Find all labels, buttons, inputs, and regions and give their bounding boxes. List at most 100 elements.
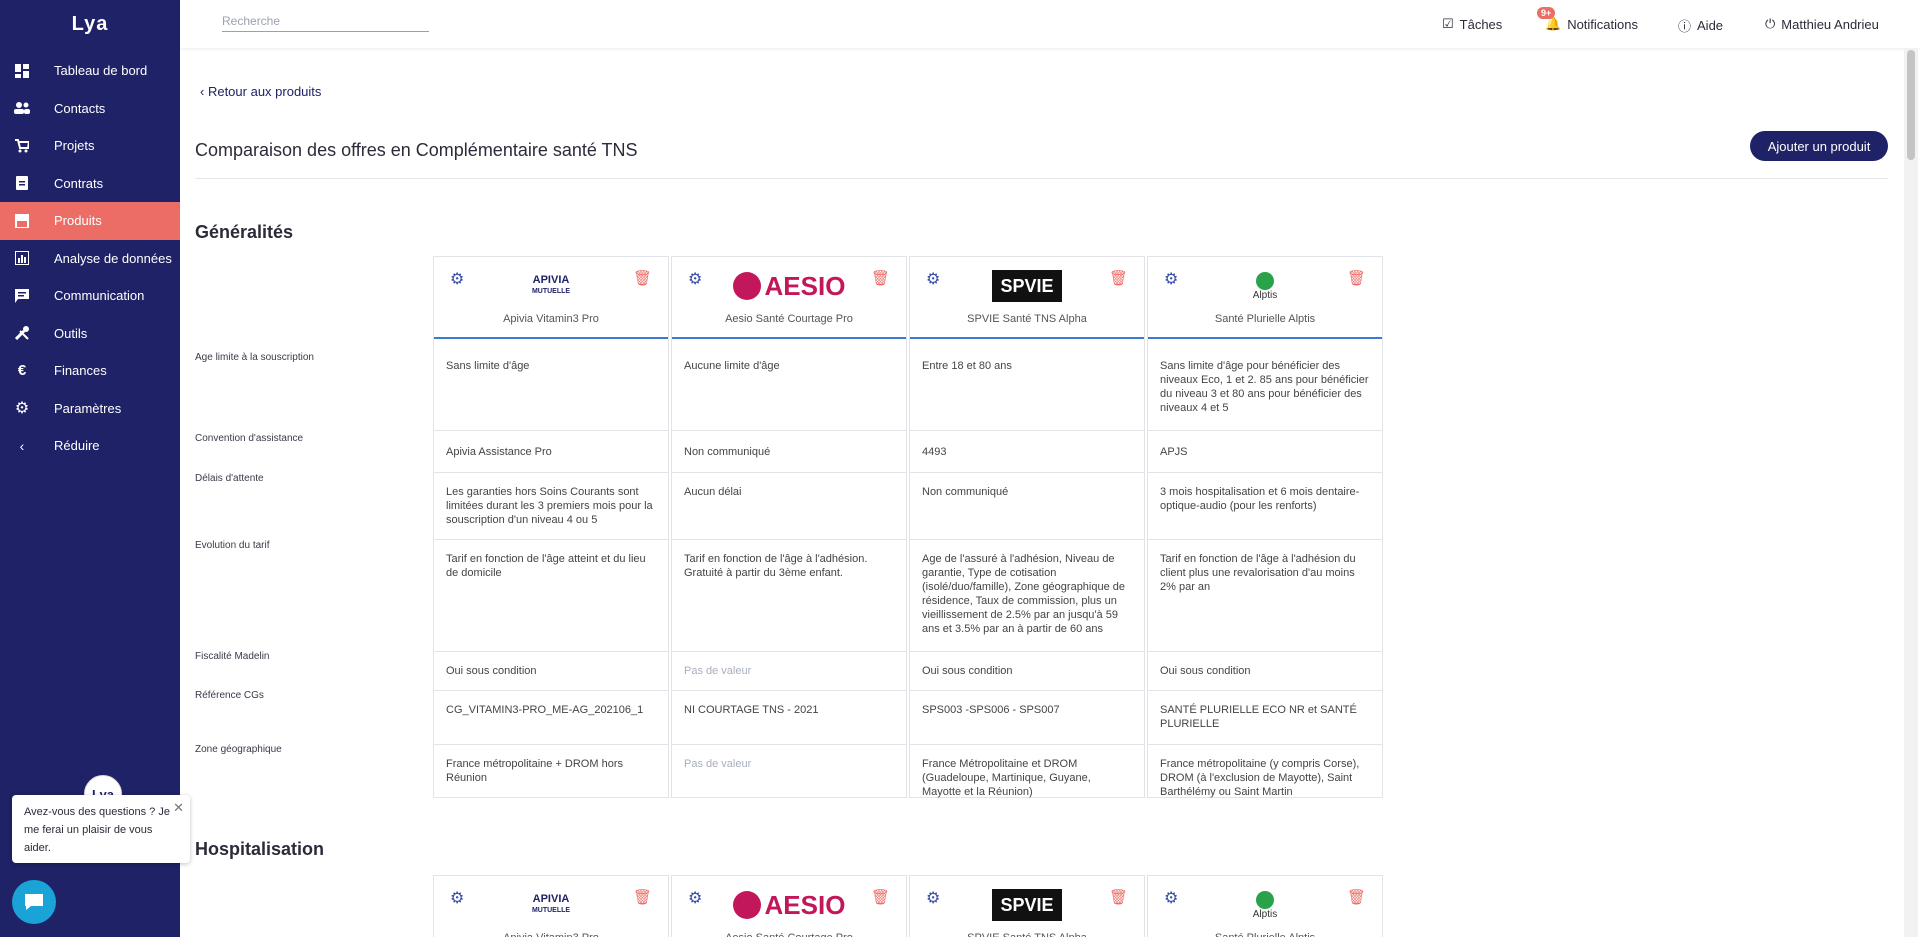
product-name: SPVIE Santé TNS Alpha bbox=[967, 313, 1087, 325]
logo-text: APIVIA bbox=[532, 893, 570, 905]
table-cell: Sans limite d'âge pour bénéficier des ni… bbox=[1148, 351, 1382, 431]
product-name: Santé Plurielle Alptis bbox=[1214, 313, 1316, 325]
sidebar-item-communication[interactable]: Communication bbox=[0, 277, 180, 315]
table-cell: Les garanties hors Soins Courants sont l… bbox=[434, 473, 668, 540]
help-icon: ⓘ bbox=[1678, 19, 1692, 34]
message-icon bbox=[12, 288, 32, 303]
cart-icon bbox=[12, 138, 32, 153]
scrollbar-thumb[interactable] bbox=[1907, 50, 1915, 160]
table-cell: 3 mois hospitalisation et 6 mois dentair… bbox=[1148, 473, 1382, 540]
sidebar-item-produits[interactable]: Produits bbox=[0, 202, 180, 240]
product-name: Aesio Santé Courtage Pro bbox=[672, 932, 906, 937]
product-logo: AESIO bbox=[672, 269, 906, 303]
logo-text: AESIO bbox=[764, 889, 846, 920]
product-name: SPVIE Santé TNS Alpha bbox=[910, 932, 1144, 937]
help-label: Aide bbox=[1697, 18, 1724, 33]
product-logo: APIVIA MUTUELLE bbox=[434, 888, 668, 922]
table-cell: Non communiqué bbox=[672, 433, 906, 473]
table-cell: Tarif en fonction de l'âge à l'adhésion … bbox=[1148, 540, 1382, 652]
scrollbar[interactable] bbox=[1904, 48, 1918, 937]
product-column: ⚙ 🗑 AESIO Aesio Santé Courtage Pro bbox=[671, 875, 907, 937]
product-header: ⚙ 🗑 Alptis Santé Plurielle Alptis bbox=[1148, 876, 1382, 937]
table-cell: Tarif en fonction de l'âge atteint et du… bbox=[434, 540, 668, 652]
sidebar-item-reduire[interactable]: ‹ Réduire bbox=[0, 427, 180, 465]
divider bbox=[195, 178, 1888, 179]
table-cell: NI COURTAGE TNS - 2021 bbox=[672, 691, 906, 745]
tasks-button[interactable]: ☑ Tâches bbox=[1442, 16, 1502, 32]
logo-text: SPVIE bbox=[992, 889, 1062, 921]
document-icon bbox=[12, 176, 32, 191]
sidebar-item-parametres[interactable]: ⚙ Paramètres bbox=[0, 390, 180, 428]
chart-icon bbox=[12, 251, 32, 266]
table-cell: Entre 18 et 80 ans bbox=[910, 351, 1144, 431]
table-cell: 4493 bbox=[910, 433, 1144, 473]
logo-text: AESIO bbox=[764, 270, 846, 301]
sidebar-item-finances[interactable]: € Finances bbox=[0, 352, 180, 390]
power-icon: ⏻ bbox=[1765, 16, 1776, 31]
notifications-button[interactable]: 🔔 9+ Notifications bbox=[1537, 7, 1638, 32]
table-cell: Pas de valeur bbox=[684, 758, 752, 770]
sidebar-item-label: Analyse de données bbox=[54, 250, 172, 266]
product-header: ⚙ 🗑 SPVIE SPVIE Santé TNS Alpha bbox=[910, 876, 1144, 937]
table-cell: Oui sous condition bbox=[1148, 652, 1382, 691]
sidebar-item-label: Contrats bbox=[54, 175, 104, 191]
sidebar-item-label: Paramètres bbox=[54, 400, 122, 416]
sidebar-item-label: Réduire bbox=[54, 438, 100, 454]
sidebar-item-label: Tableau de bord bbox=[54, 63, 148, 79]
search-input[interactable]: Recherche bbox=[222, 14, 429, 32]
product-column: ⚙ 🗑 AESIO Aesio Santé Courtage Pro Aucun… bbox=[671, 256, 907, 798]
row-label: Référence CGs bbox=[195, 690, 264, 701]
table-cell: SANTÉ PLURIELLE ECO NR et SANTÉ PLURIELL… bbox=[1148, 691, 1382, 745]
table-cell: France métropolitaine (y compris Corse),… bbox=[1160, 758, 1360, 798]
product-logo: Alptis bbox=[1148, 888, 1382, 922]
product-name: Aesio Santé Courtage Pro bbox=[725, 313, 853, 325]
user-name: Matthieu Andrieu bbox=[1781, 16, 1879, 32]
store-icon bbox=[12, 213, 32, 228]
table-cell: Aucune limite d'âge bbox=[672, 351, 906, 431]
product-column: ⚙ 🗑 Alptis Santé Plurielle Alptis bbox=[1147, 875, 1383, 937]
row-label: Convention d'assistance bbox=[195, 433, 304, 444]
product-logo: SPVIE bbox=[910, 269, 1144, 303]
row-label: Zone géographique bbox=[195, 744, 282, 755]
sidebar-item-contacts[interactable]: Contacts bbox=[0, 90, 180, 128]
sidebar-item-contrats[interactable]: Contrats bbox=[0, 165, 180, 203]
page-title: Comparaison des offres en Complémentaire… bbox=[195, 140, 638, 160]
product-header: ⚙ 🗑 APIVIAMUTUELLE Apivia Vitamin3 Pro bbox=[434, 257, 668, 339]
section-title-hospitalisation: Hospitalisation bbox=[195, 839, 325, 859]
row-label: Evolution du tarif bbox=[195, 540, 270, 551]
table-cell: Pas de valeur bbox=[672, 652, 906, 691]
product-column: ⚙ 🗑 SPVIE SPVIE Santé TNS Alpha Entre 18… bbox=[909, 256, 1145, 798]
top-bar: Recherche ☑ Tâches 🔔 9+ Notifications ⓘ A… bbox=[180, 0, 1920, 48]
table-cell: Apivia Assistance Pro bbox=[434, 433, 668, 473]
bell-icon: 🔔 9+ bbox=[1537, 7, 1561, 32]
add-product-button[interactable]: Ajouter un produit bbox=[1750, 131, 1888, 161]
chat-open-button[interactable] bbox=[12, 880, 56, 924]
sidebar-item-label: Outils bbox=[54, 325, 88, 341]
product-logo: Alptis bbox=[1148, 269, 1382, 303]
back-label: Retour aux produits bbox=[207, 84, 322, 99]
sidebar-item-projets[interactable]: Projets bbox=[0, 127, 180, 165]
logo-text: Alptis bbox=[1252, 908, 1278, 920]
user-menu[interactable]: ⏻ Matthieu Andrieu bbox=[1765, 16, 1879, 32]
row-label: Age limite à la souscription bbox=[195, 352, 314, 363]
sidebar-item-label: Finances bbox=[54, 363, 107, 379]
heart-icon bbox=[1255, 271, 1274, 290]
product-logo: APIVIA MUTUELLE bbox=[434, 269, 668, 303]
sidebar-item-label: Contacts bbox=[54, 100, 106, 116]
app-logo[interactable]: Lya bbox=[0, 0, 180, 48]
sidebar-item-tableau-de-bord[interactable]: Tableau de bord bbox=[0, 52, 180, 90]
notifications-label: Notifications bbox=[1567, 16, 1638, 32]
table-cell: France Métropolitaine et DROM (Guadeloup… bbox=[922, 758, 1091, 798]
sidebar-item-outils[interactable]: Outils bbox=[0, 315, 180, 353]
logo-text: Alptis bbox=[1252, 289, 1278, 301]
tasks-label: Tâches bbox=[1459, 16, 1503, 32]
chevron-left-icon: ‹ bbox=[200, 84, 208, 99]
back-link[interactable]: ‹ Retour aux produits bbox=[200, 84, 321, 99]
help-button[interactable]: ⓘ Aide bbox=[1678, 16, 1723, 35]
product-header: ⚙ 🗑 AESIO Aesio Santé Courtage Pro bbox=[672, 257, 906, 339]
chevron-left-icon: ‹ bbox=[19, 437, 25, 454]
table-cell: Non communiqué bbox=[910, 473, 1144, 540]
sidebar-item-analyse[interactable]: Analyse de données bbox=[0, 240, 180, 278]
row-label: Fiscalité Madelin bbox=[195, 651, 270, 662]
table-cell: Age de l'assuré à l'adhésion, Niveau de … bbox=[910, 540, 1144, 652]
